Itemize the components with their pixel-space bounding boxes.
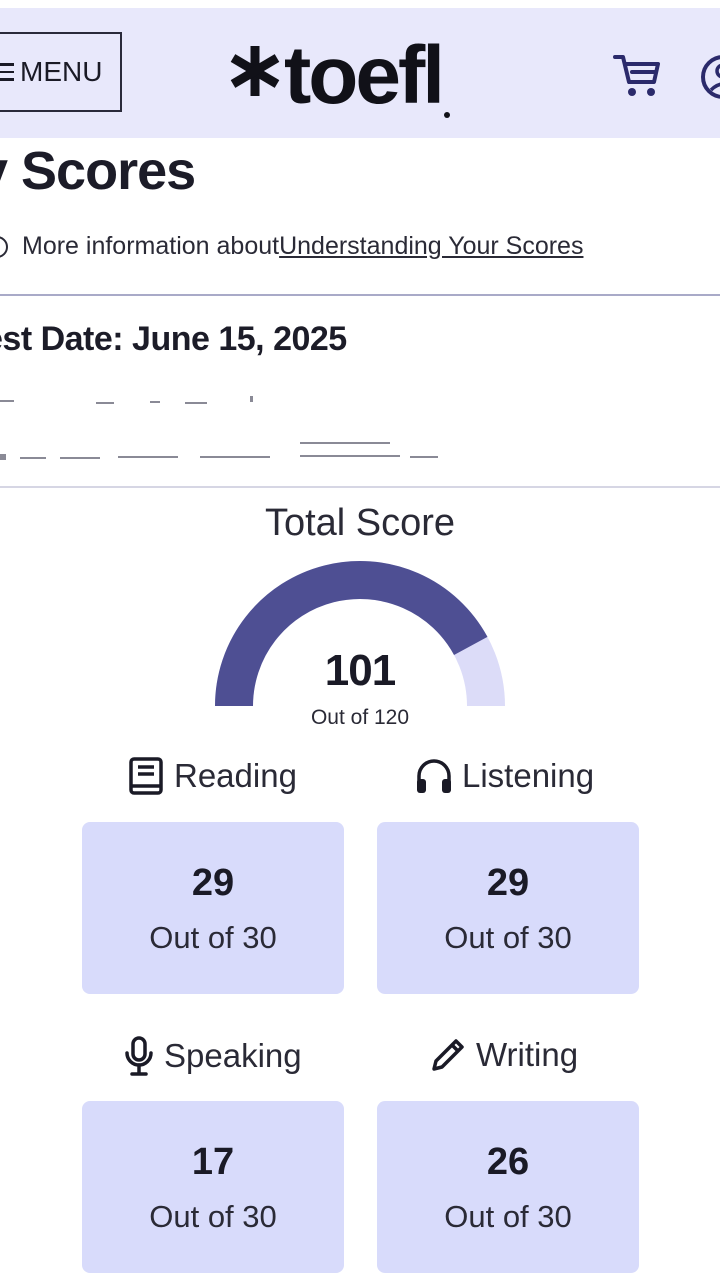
pencil-icon: [432, 1039, 464, 1071]
logo-text: toefl: [284, 30, 445, 121]
reading-label: Reading: [128, 756, 297, 796]
listening-score-card: 29 Out of 30: [377, 822, 639, 994]
reading-score-card: 29 Out of 30: [82, 822, 344, 994]
section-score: 29: [191, 862, 235, 904]
microphone-icon: [125, 1036, 153, 1076]
info-prefix: More information about: [22, 232, 280, 260]
writing-label: Writing: [428, 1035, 578, 1075]
section-score: 26: [486, 1141, 530, 1183]
account-icon[interactable]: [700, 54, 720, 100]
hamburger-icon: [0, 63, 14, 81]
redacted-text: [0, 396, 253, 404]
section-name: Reading: [174, 757, 297, 794]
section-name: Speaking: [164, 1037, 302, 1074]
listening-label: Listening: [414, 756, 594, 796]
section-name: Writing: [476, 1036, 579, 1073]
toefl-logo[interactable]: toefl: [228, 26, 451, 126]
total-score-value: 101: [324, 646, 396, 695]
section-name: Listening: [462, 757, 595, 794]
page-title: y Scores: [0, 141, 196, 201]
speaking-score-card: 17 Out of 30: [82, 1101, 344, 1273]
top-strip: [0, 0, 720, 8]
writing-score-card: 26 Out of 30: [377, 1101, 639, 1273]
book-icon: [129, 757, 163, 795]
headphones-icon: [417, 759, 451, 793]
total-score-title: Total Score: [264, 502, 456, 544]
section-out-of: Out of 30: [444, 920, 572, 955]
total-score-out-of: Out of 120: [310, 706, 410, 729]
menu-button[interactable]: MENU: [0, 32, 122, 112]
info-icon: [0, 235, 8, 258]
section-out-of: Out of 30: [149, 920, 277, 955]
test-date: est Date: June 15, 2025: [0, 320, 347, 358]
asterisk-logo-icon: [230, 46, 280, 96]
section-out-of: Out of 30: [149, 1199, 277, 1234]
cart-icon[interactable]: [612, 52, 662, 100]
section-divider: [0, 486, 720, 488]
site-header: MENU toefl: [0, 8, 720, 138]
section-out-of: Out of 30: [444, 1199, 572, 1234]
section-score: 29: [486, 862, 530, 904]
section-score: 17: [191, 1141, 235, 1183]
section-divider: [0, 294, 720, 296]
menu-label: MENU: [20, 56, 103, 87]
logo-dot: [444, 112, 451, 118]
speaking-label: Speaking: [122, 1035, 302, 1077]
understanding-scores-link[interactable]: Understanding Your Scores: [279, 232, 583, 261]
redacted-text: [0, 442, 438, 460]
info-row: More information about Understanding You…: [0, 232, 583, 261]
